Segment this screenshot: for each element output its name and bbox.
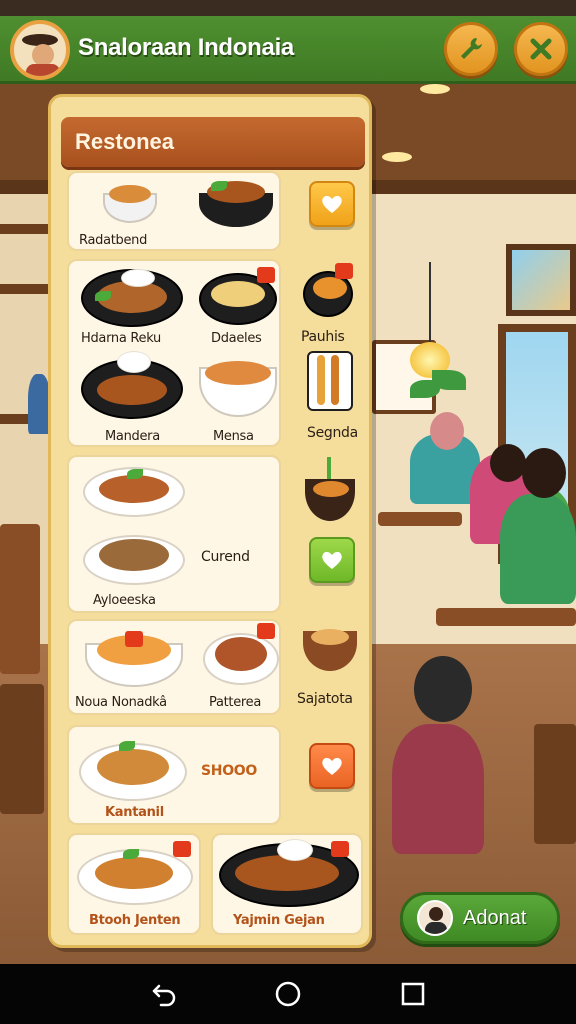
adonat-label: Adonat <box>463 906 527 929</box>
diner-head <box>522 448 566 498</box>
shelf <box>0 224 50 234</box>
side-label: Segnda <box>307 425 358 441</box>
dish-label: Mensa <box>213 429 254 444</box>
dish-segnda[interactable] <box>303 347 357 417</box>
dish-label: Btooh Jenten <box>89 913 181 928</box>
menu-panel: Restonea Radatbend Hdarna Reku Ddaeles M… <box>48 94 372 948</box>
dish-note: SHOOO <box>201 763 258 779</box>
diner-head <box>414 656 472 722</box>
counter <box>0 524 40 674</box>
chair <box>0 684 44 814</box>
app-title: Snaloraan Indonaia <box>78 34 294 61</box>
menu-section-5: SHOOO Kantanil <box>67 725 281 825</box>
adonat-button[interactable]: Adonat <box>400 892 560 944</box>
hanging-lamp <box>410 262 450 382</box>
dish-label: Ayloeeska <box>93 593 156 608</box>
status-strip <box>0 0 576 16</box>
dish-label: Noua Nonadkâ <box>75 695 167 710</box>
dish-yajmin-gejan[interactable] <box>217 839 361 909</box>
favorite-button[interactable] <box>309 537 355 583</box>
close-button[interactable] <box>514 22 568 76</box>
player-avatar[interactable] <box>10 20 70 80</box>
menu-header: Restonea <box>61 117 365 167</box>
dish-ddaeles[interactable] <box>199 267 279 327</box>
wrench-icon <box>461 38 482 59</box>
dish-label: Patterea <box>209 695 262 710</box>
menu-section-4: Noua Nonadkâ Patterea <box>67 619 281 715</box>
wall-painting <box>506 244 576 316</box>
dish-patterea[interactable] <box>201 623 281 687</box>
favorite-button[interactable] <box>309 181 355 227</box>
table <box>378 512 462 526</box>
dish-ayloeeska[interactable] <box>83 529 187 587</box>
dish-btooh-jenten[interactable] <box>77 841 195 907</box>
dish-label: Yajmin Gejan <box>233 913 325 928</box>
back-icon <box>152 984 175 1007</box>
menu-section-2: Hdarna Reku Ddaeles Mandera Mensa <box>67 259 281 447</box>
dish-pauhis[interactable] <box>301 263 357 319</box>
dish-note: Curend <box>201 549 250 565</box>
ceiling-light <box>420 84 450 94</box>
diner <box>500 494 576 604</box>
diner <box>392 724 484 854</box>
dish-rendang-bowl[interactable] <box>197 177 277 229</box>
waiter-avatar <box>417 900 453 936</box>
table <box>436 608 576 626</box>
diner-head <box>490 444 526 482</box>
heart-icon <box>322 757 342 775</box>
system-nav-bar <box>0 964 576 1024</box>
dish-label: Radatbend <box>79 233 148 248</box>
close-icon <box>530 38 552 60</box>
diner-head <box>430 412 464 450</box>
heart-icon <box>322 195 342 213</box>
menu-section-3: Curend Ayloeeska <box>67 455 281 613</box>
dish-hdarna-reku[interactable] <box>79 265 185 329</box>
favorite-button[interactable] <box>309 743 355 789</box>
recents-button[interactable] <box>393 974 433 1014</box>
diner <box>28 374 50 434</box>
dish-mandera[interactable] <box>79 351 185 421</box>
heart-icon <box>322 551 342 569</box>
dish-label: Mandera <box>105 429 160 444</box>
dish-mensa[interactable] <box>197 353 279 421</box>
dish-sajatota[interactable] <box>301 617 359 677</box>
back-button[interactable] <box>143 974 183 1014</box>
dish-label: Kantanil <box>105 805 164 820</box>
chair <box>534 724 576 844</box>
top-bar: Snaloraan Indonaia <box>0 16 576 84</box>
menu-section-6: Btooh Jenten <box>67 833 201 935</box>
dish-side-bowl[interactable] <box>303 457 359 527</box>
dish-label: Ddaeles <box>211 331 262 346</box>
dish-label: Hdarna Reku <box>81 331 161 346</box>
settings-button[interactable] <box>444 22 498 76</box>
dish-radatbend[interactable] <box>99 179 159 227</box>
side-label: Pauhis <box>301 329 345 345</box>
side-label: Sajatota <box>297 691 353 707</box>
dish-noua-nonadka[interactable] <box>81 627 187 689</box>
dish-kantanil[interactable] <box>79 735 189 801</box>
plant <box>432 370 466 390</box>
shelf <box>0 284 50 294</box>
recents-icon <box>402 982 425 1006</box>
ceiling-light <box>382 152 412 162</box>
menu-title: Restonea <box>75 129 175 154</box>
home-button[interactable] <box>268 974 308 1014</box>
dish-curry-plate[interactable] <box>83 463 187 519</box>
menu-section-7: Yajmin Gejan <box>211 833 363 935</box>
home-icon <box>275 981 301 1007</box>
menu-section-1: Radatbend <box>67 171 281 251</box>
